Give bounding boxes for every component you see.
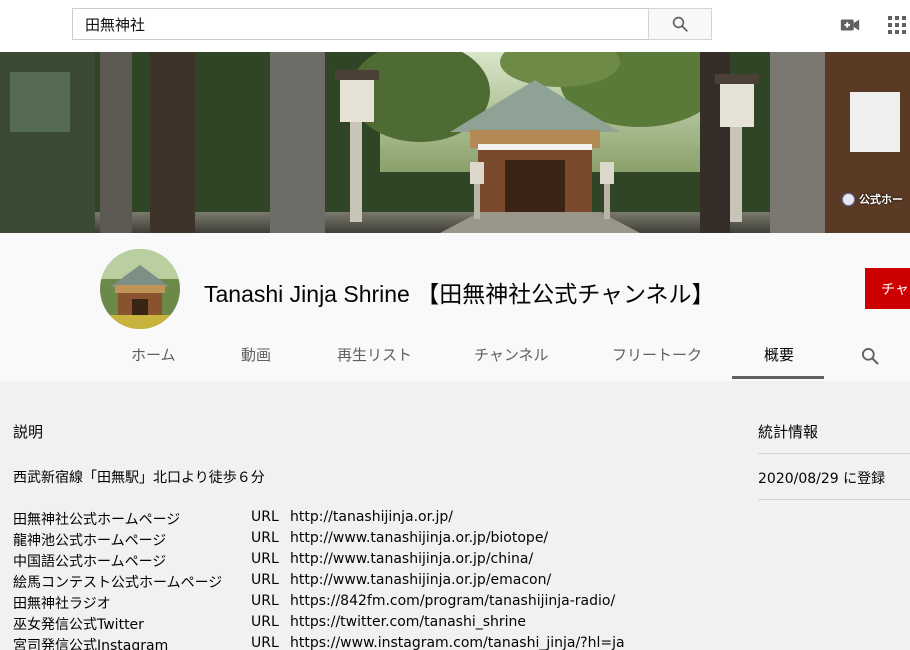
link-name: 田無神社公式ホームページ	[13, 512, 181, 528]
link-url[interactable]: http://www.tanashijinja.or.jp/emacon/	[290, 572, 551, 588]
active-tab-indicator	[732, 376, 824, 379]
tab-home[interactable]: ホーム	[131, 329, 176, 381]
masthead	[0, 0, 910, 52]
apps-grid-icon	[888, 16, 906, 34]
link-name: 田無神社ラジオ	[13, 596, 111, 612]
apps-button[interactable]	[886, 14, 908, 36]
tab-channels[interactable]: チャンネル	[474, 329, 549, 381]
search-button[interactable]	[648, 8, 712, 40]
create-video-button[interactable]	[839, 14, 861, 36]
globe-icon	[842, 192, 855, 206]
search-icon	[862, 348, 879, 365]
link-url[interactable]: http://tanashijinja.or.jp/	[290, 509, 453, 525]
tab-discussion[interactable]: フリートーク	[612, 329, 702, 381]
banner-link-label: 公式ホー	[859, 193, 903, 206]
url-label: URL	[251, 593, 279, 609]
search-box[interactable]	[72, 8, 648, 40]
url-label: URL	[251, 572, 279, 588]
tab-about[interactable]: 概要	[764, 329, 794, 381]
access-description: 西武新宿線「田無駅」北口より徒歩６分	[13, 470, 265, 486]
url-label: URL	[251, 614, 279, 630]
link-url[interactable]: https://842fm.com/program/tanashijinja-r…	[290, 593, 615, 609]
link-name: 巫女発信公式Twitter	[13, 617, 144, 633]
tab-playlists[interactable]: 再生リスト	[337, 329, 412, 381]
channel-header: Tanashi Jinja Shrine 【田無神社公式チャンネル】 チャ ホー…	[0, 233, 910, 381]
link-url[interactable]: http://www.tanashijinja.or.jp/biotope/	[290, 530, 548, 546]
stats-title: 統計情報	[758, 423, 819, 441]
channel-banner: 公式ホー	[0, 52, 910, 233]
channel-avatar[interactable]	[100, 249, 180, 329]
video-camera-plus-icon	[840, 19, 860, 31]
avatar-shrine-image	[100, 249, 180, 329]
stats-divider	[758, 453, 910, 454]
tab-videos[interactable]: 動画	[241, 329, 271, 381]
url-label: URL	[251, 635, 279, 650]
link-url[interactable]: https://www.instagram.com/tanashi_jinja/…	[290, 635, 625, 650]
channel-title: Tanashi Jinja Shrine 【田無神社公式チャンネル】	[204, 281, 715, 307]
description-title: 説明	[13, 423, 44, 441]
search-input[interactable]	[73, 9, 648, 39]
about-section: 説明 西武新宿線「田無駅」北口より徒歩６分 田無神社公式ホームページ URL h…	[0, 381, 910, 650]
url-label: URL	[251, 551, 279, 567]
link-name: 絵馬コンテスト公式ホームページ	[13, 575, 223, 591]
joined-date: 2020/08/29 に登録	[758, 471, 886, 487]
stats-divider	[758, 499, 910, 500]
banner-official-link[interactable]: 公式ホー	[842, 191, 903, 207]
link-url[interactable]: http://www.tanashijinja.or.jp/china/	[290, 551, 533, 567]
link-url[interactable]: https://twitter.com/tanashi_shrine	[290, 614, 526, 630]
banner-shrine-image	[0, 52, 910, 233]
url-label: URL	[251, 530, 279, 546]
search-icon	[672, 16, 688, 32]
link-name: 龍神池公式ホームページ	[13, 533, 167, 549]
link-name: 宮司発信公式Instagram	[13, 638, 169, 650]
subscribe-button[interactable]: チャ	[865, 268, 910, 309]
url-label: URL	[251, 509, 279, 525]
link-name: 中国語公式ホームページ	[13, 554, 167, 570]
channel-search-button[interactable]	[860, 346, 880, 370]
